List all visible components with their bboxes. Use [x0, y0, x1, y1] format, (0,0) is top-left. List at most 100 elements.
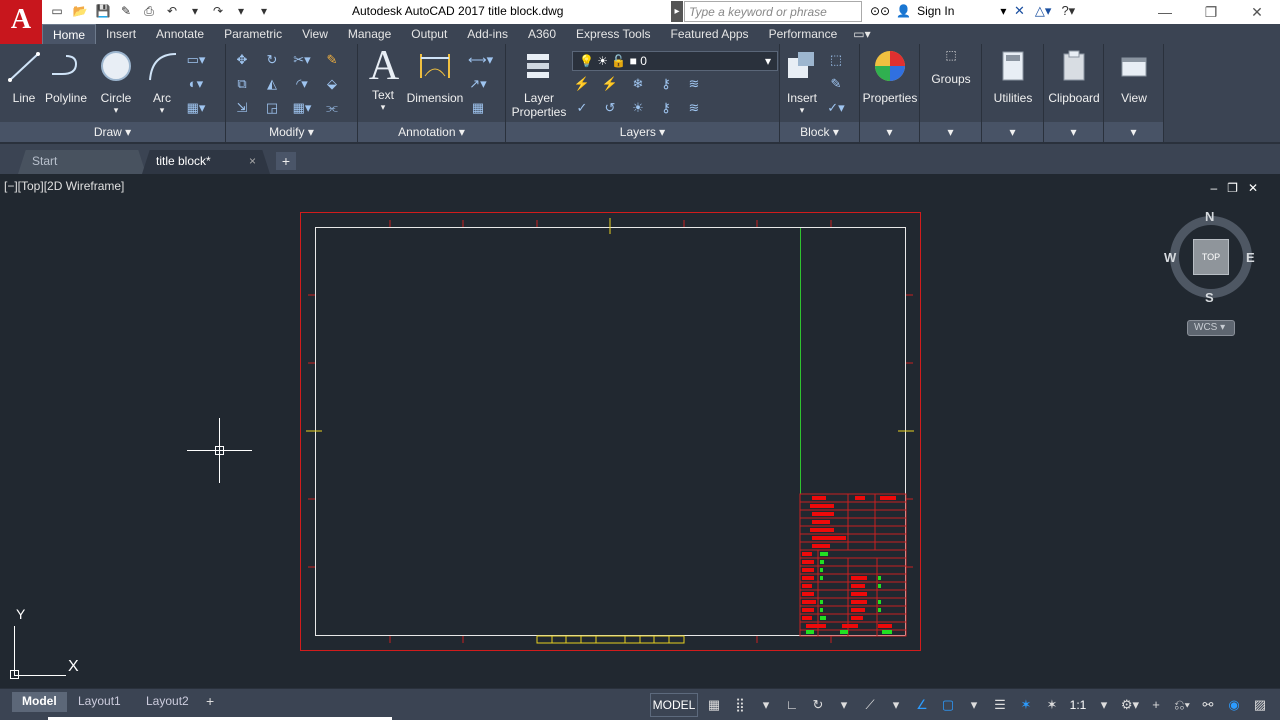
- viewport-restore-icon[interactable]: ❐: [1227, 181, 1238, 195]
- layer-unlock-icon[interactable]: ⚷: [656, 98, 676, 118]
- minimize-icon[interactable]: —: [1142, 0, 1188, 24]
- annotation-scale-dropdown-icon[interactable]: ▾: [1094, 693, 1114, 717]
- tab-start[interactable]: Start: [18, 150, 146, 174]
- view-button[interactable]: View: [1106, 48, 1162, 105]
- fillet-icon[interactable]: ◜▾: [292, 74, 312, 94]
- tab-insert[interactable]: Insert: [96, 24, 146, 44]
- polyline-button[interactable]: Polyline: [44, 48, 88, 105]
- search-expand-icon[interactable]: ▸: [671, 1, 683, 22]
- properties-expand-icon[interactable]: ▾: [860, 122, 919, 142]
- annotation-visibility-icon[interactable]: ✶: [1016, 693, 1036, 717]
- edit-attributes-icon[interactable]: ✓▾: [826, 98, 846, 118]
- insert-button[interactable]: Insert ▾: [784, 48, 820, 116]
- exchange-icon[interactable]: ✕: [1014, 3, 1025, 19]
- tab-annotate[interactable]: Annotate: [146, 24, 214, 44]
- clipboard-button[interactable]: Clipboard: [1046, 48, 1102, 105]
- tab-home[interactable]: Home: [42, 24, 97, 44]
- annotation-monitor-icon[interactable]: +: [1146, 693, 1166, 717]
- arc-button[interactable]: Arc ▾: [142, 48, 182, 116]
- layer-properties-button[interactable]: Layer Properties: [510, 48, 568, 119]
- undo-dropdown-icon[interactable]: ▾: [186, 3, 204, 20]
- open-icon[interactable]: 📂: [71, 3, 89, 20]
- auto-scale-icon[interactable]: ✶: [1042, 693, 1062, 717]
- grid-icon[interactable]: ▦: [704, 693, 724, 717]
- layer-thaw-icon[interactable]: ☀: [628, 98, 648, 118]
- properties-button[interactable]: Properties: [862, 48, 918, 105]
- hatch-icon[interactable]: ◐▾: [186, 74, 206, 94]
- draw-panel-title[interactable]: Draw ▾: [0, 122, 225, 142]
- tab-performance[interactable]: Performance: [759, 24, 848, 44]
- new-tab-button[interactable]: +: [276, 152, 296, 170]
- modify-panel-title[interactable]: Modify ▾: [226, 122, 357, 142]
- scale-icon[interactable]: ◲: [262, 98, 282, 118]
- utilities-button[interactable]: Utilities: [986, 48, 1040, 105]
- layer-change-icon[interactable]: ≋: [684, 98, 704, 118]
- sign-in-label[interactable]: Sign In: [917, 4, 954, 18]
- hardware-acceleration-icon[interactable]: ◉: [1224, 693, 1244, 717]
- rectangle-icon[interactable]: ▭▾: [186, 50, 206, 70]
- ribbon-minimize-icon[interactable]: ▭▾: [847, 24, 876, 44]
- compass-south[interactable]: S: [1205, 290, 1214, 305]
- dimension-button[interactable]: Dimension: [406, 48, 464, 105]
- isodraft-dropdown-icon[interactable]: ▾: [886, 693, 906, 717]
- trim-icon[interactable]: ✂▾: [292, 50, 312, 70]
- copy-icon[interactable]: ⧉: [232, 74, 252, 94]
- search-input[interactable]: Type a keyword or phrase: [684, 1, 862, 22]
- tab-title-block[interactable]: title block* ×: [142, 150, 270, 174]
- tab-output[interactable]: Output: [401, 24, 457, 44]
- viewcube[interactable]: TOP N S W E: [1164, 209, 1256, 305]
- snap-dropdown-icon[interactable]: ▾: [756, 693, 776, 717]
- layer-isolate-icon[interactable]: ⚡: [600, 74, 620, 94]
- edit-block-icon[interactable]: ✎: [826, 74, 846, 94]
- layer-lock-icon[interactable]: ⚷: [656, 74, 676, 94]
- circle-dropdown-icon[interactable]: ▾: [96, 105, 136, 116]
- move-icon[interactable]: ✥: [232, 50, 252, 70]
- viewport-minimize-icon[interactable]: –: [1210, 181, 1217, 195]
- view-expand-icon[interactable]: ▾: [1104, 122, 1163, 142]
- line-button[interactable]: Line: [6, 48, 42, 105]
- new-icon[interactable]: ▭: [48, 3, 66, 20]
- layer-tools-a-icon[interactable]: [712, 74, 732, 94]
- application-menu-button[interactable]: A: [0, 0, 42, 44]
- annotation-scale[interactable]: 1:1: [1068, 693, 1088, 717]
- leader-icon[interactable]: ↗▾: [468, 74, 488, 94]
- sign-in-dropdown-icon[interactable]: ▾: [1000, 4, 1006, 18]
- viewcube-top-face[interactable]: TOP: [1193, 239, 1229, 275]
- compass-east[interactable]: E: [1246, 250, 1255, 265]
- text-dropdown-icon[interactable]: ▾: [366, 102, 400, 113]
- object-snap-tracking-icon[interactable]: ∠: [912, 693, 932, 717]
- layer-off-icon[interactable]: ⚡: [572, 74, 592, 94]
- tab-featured-apps[interactable]: Featured Apps: [661, 24, 759, 44]
- block-panel-title[interactable]: Block ▾: [780, 122, 859, 142]
- erase-icon[interactable]: ✎: [322, 50, 342, 70]
- restore-icon[interactable]: ❐: [1188, 0, 1234, 24]
- save-as-icon[interactable]: ✎: [117, 3, 135, 20]
- tab-manage[interactable]: Manage: [338, 24, 401, 44]
- snap-icon[interactable]: ⣿: [730, 693, 750, 717]
- mirror-icon[interactable]: ◭: [262, 74, 282, 94]
- tab-parametric[interactable]: Parametric: [214, 24, 292, 44]
- sign-in-area[interactable]: ⊙⊙ 👤 Sign In ▾: [870, 4, 1006, 18]
- linear-icon[interactable]: ⟷▾: [468, 50, 493, 70]
- polar-dropdown-icon[interactable]: ▾: [834, 693, 854, 717]
- layers-panel-title[interactable]: Layers ▾: [506, 122, 779, 142]
- tab-layout1[interactable]: Layout1: [68, 692, 131, 712]
- isodraft-icon[interactable]: ⟋: [860, 693, 880, 717]
- make-current-icon[interactable]: ✓: [572, 98, 592, 118]
- lineweight-icon[interactable]: ☰: [990, 693, 1010, 717]
- a360-icon[interactable]: △▾: [1035, 3, 1052, 19]
- close-tab-icon[interactable]: ×: [249, 154, 256, 168]
- viewport-controls-label[interactable]: [−][Top][2D Wireframe]: [4, 179, 124, 193]
- undo-icon[interactable]: ↶: [163, 3, 181, 20]
- qat-customize-icon[interactable]: ▾: [255, 3, 273, 20]
- wcs-menu[interactable]: WCS ▾: [1187, 320, 1235, 336]
- layer-previous-icon[interactable]: ↺: [600, 98, 620, 118]
- ucs-icon[interactable]: [14, 626, 66, 676]
- groups-expand-icon[interactable]: ▾: [920, 122, 981, 142]
- layer-freeze-icon[interactable]: ❄: [628, 74, 648, 94]
- explode-icon[interactable]: ⬙: [322, 74, 342, 94]
- redo-icon[interactable]: ↷: [209, 3, 227, 20]
- layer-dropdown[interactable]: 💡 ☀ 🔓 ■ 0 ▾: [572, 51, 778, 71]
- compass-north[interactable]: N: [1205, 209, 1214, 224]
- circle-button[interactable]: Circle ▾: [96, 48, 136, 116]
